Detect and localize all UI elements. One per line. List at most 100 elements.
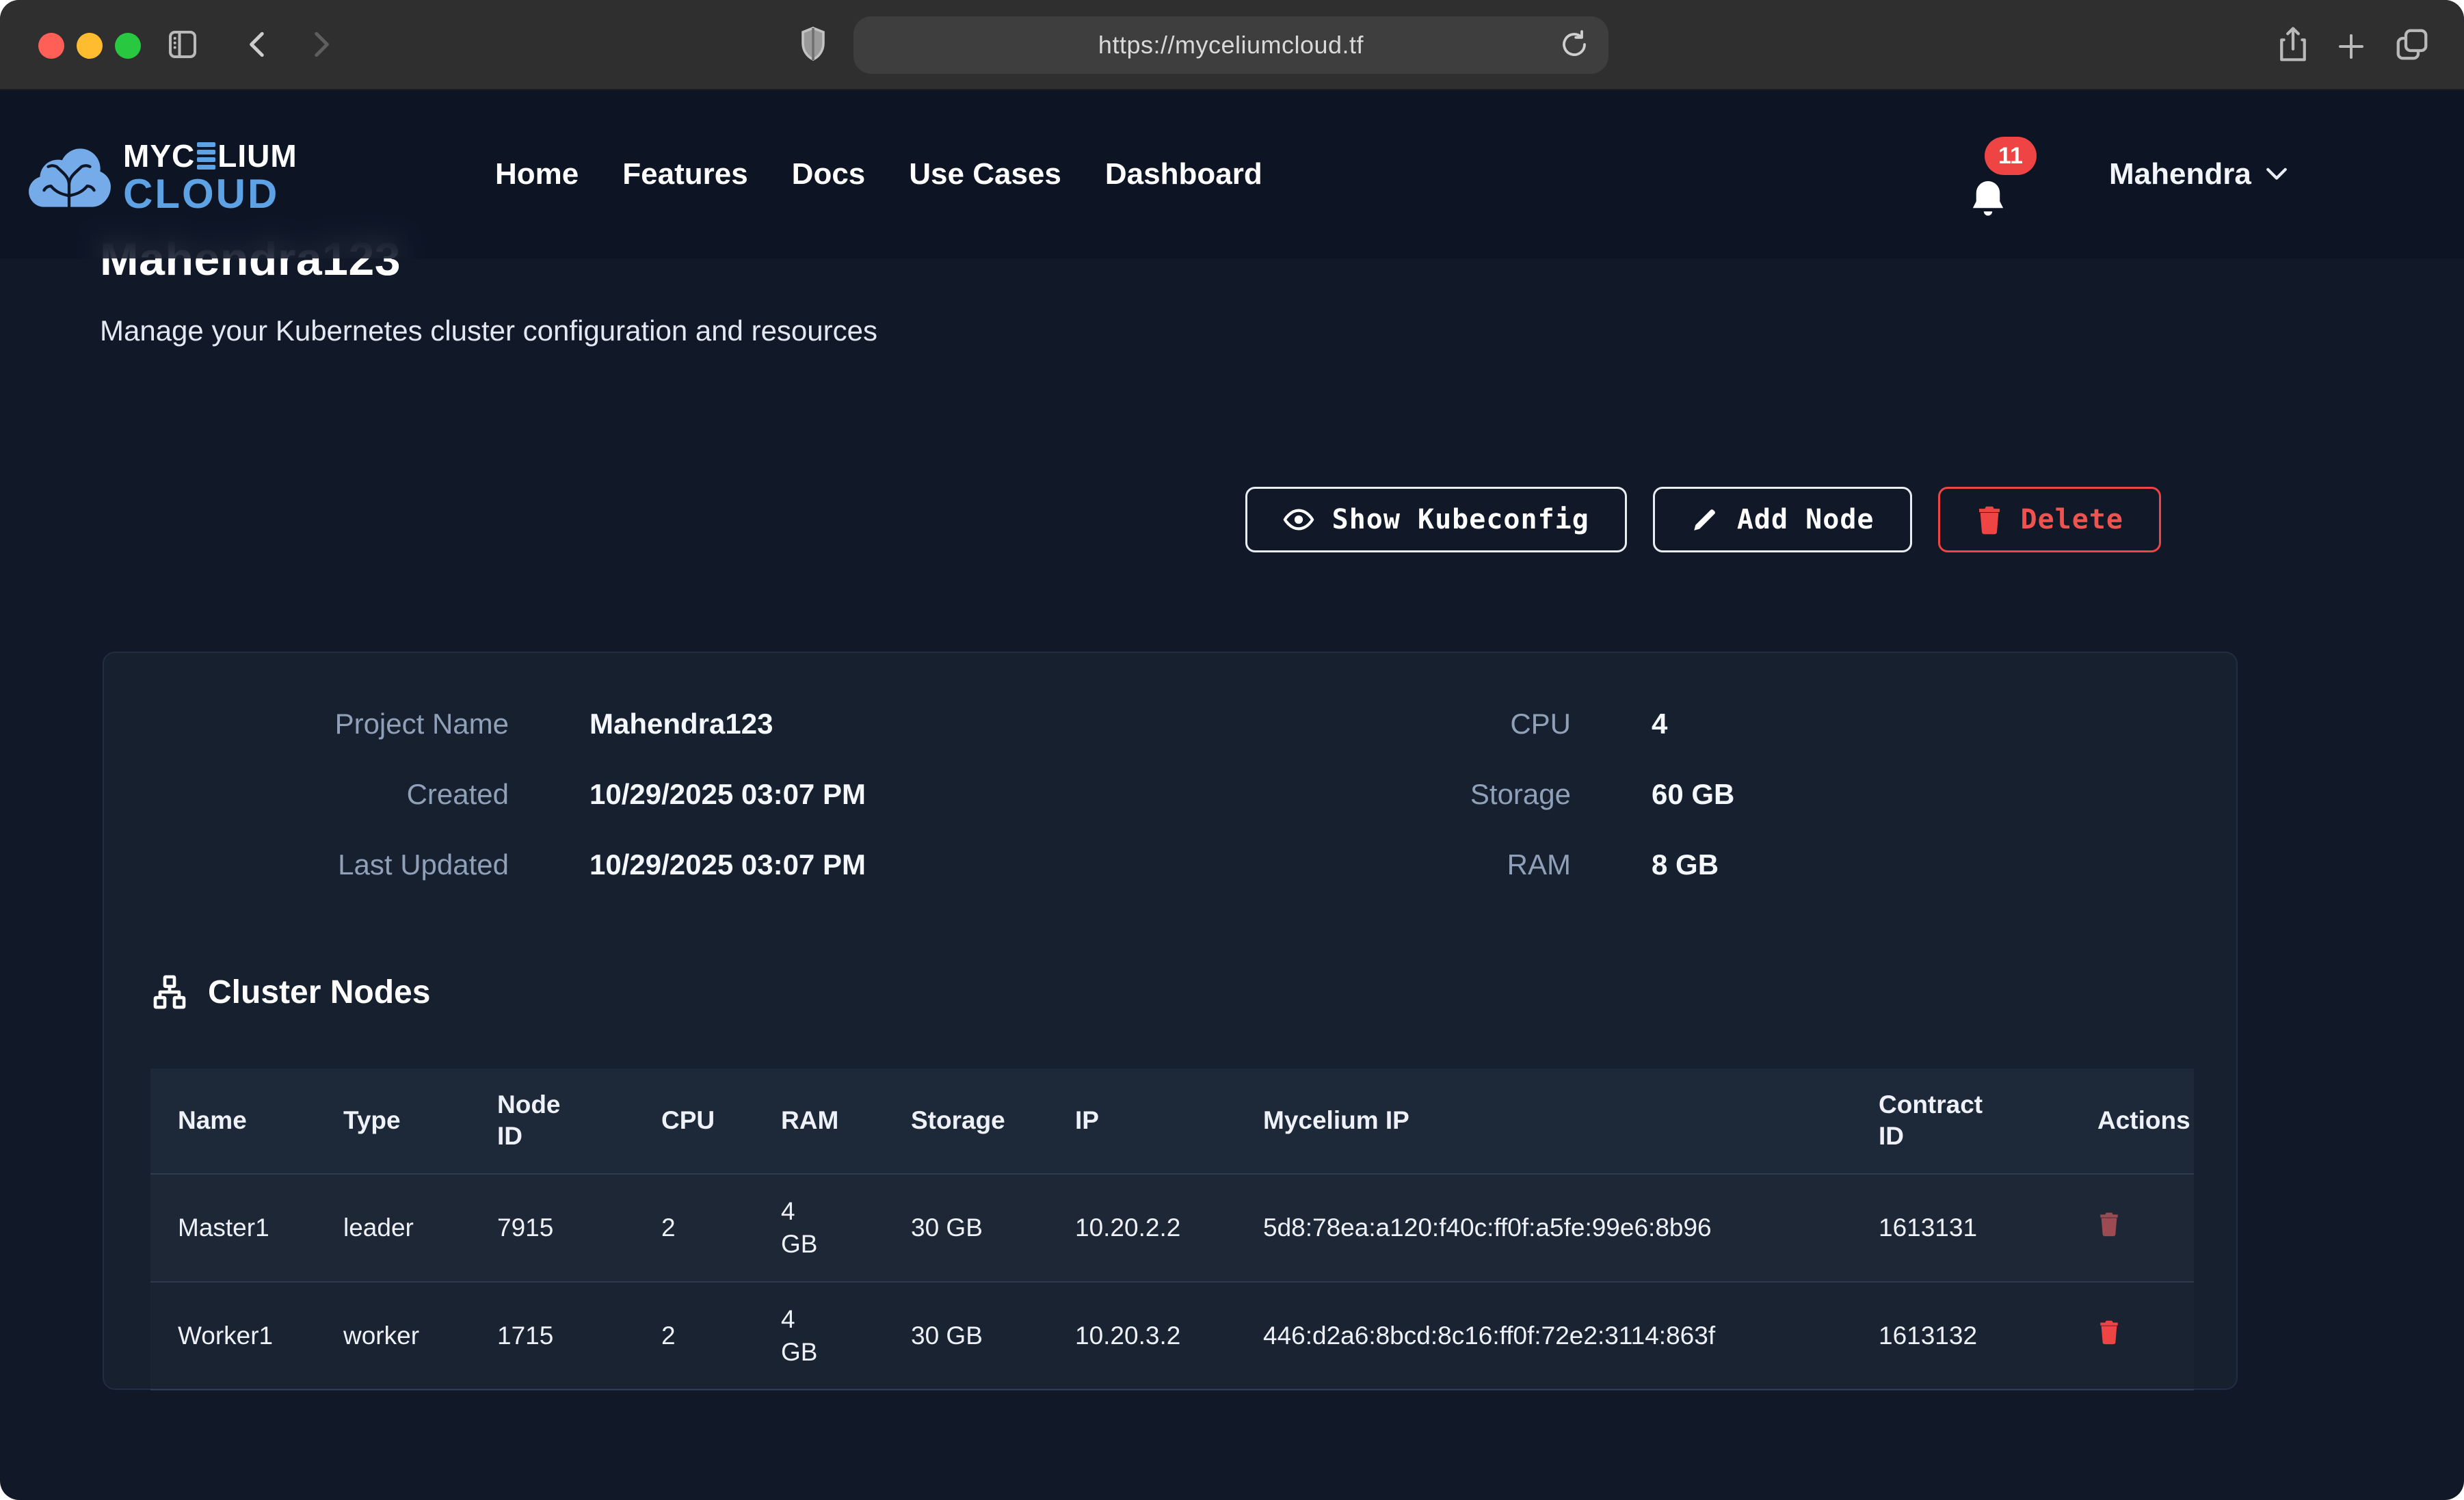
url-text: https://myceliumcloud.tf (1098, 31, 1364, 59)
cell-node-id: 1715 (497, 1282, 661, 1390)
new-tab-icon[interactable] (2335, 30, 2368, 63)
cell-type: leader (343, 1174, 497, 1282)
privacy-shield-icon[interactable] (799, 26, 827, 62)
top-navbar: MYC LIUM CLOUD Home Features Docs Use Ca… (0, 90, 2464, 258)
cloud-logo-icon (25, 142, 114, 213)
cluster-details-card: Project Name Mahendra123 Created 10/29/2… (103, 652, 2238, 1390)
back-button[interactable] (241, 27, 275, 62)
detail-label: RAM (1171, 848, 1571, 881)
detail-label: Project Name (104, 708, 509, 740)
details-right-column: CPU 4 Storage 60 GB RAM 8 GB (1171, 688, 2183, 900)
cell-actions (2097, 1282, 2194, 1390)
detail-value: 60 GB (1652, 778, 1734, 811)
delete-label: Delete (2021, 504, 2124, 535)
cell-actions (2097, 1174, 2194, 1282)
col-ram: RAM (781, 1069, 911, 1174)
delete-node-button[interactable] (2097, 1211, 2121, 1237)
address-bar[interactable]: https://myceliumcloud.tf (853, 16, 1608, 74)
chevron-down-icon (2265, 166, 2288, 183)
share-icon[interactable] (2275, 25, 2311, 64)
minimize-window-button[interactable] (77, 33, 103, 59)
detail-value: 10/29/2025 03:07 PM (589, 848, 866, 881)
nav-link-use-cases[interactable]: Use Cases (909, 157, 1061, 191)
detail-row: Last Updated 10/29/2025 03:07 PM (104, 829, 1171, 900)
cell-mycelium-ip: 446:d2a6:8bcd:8c16:ff0f:72e2:3114:863f (1263, 1282, 1879, 1390)
nav-link-dashboard[interactable]: Dashboard (1105, 157, 1262, 191)
cluster-nodes-heading: Cluster Nodes (150, 973, 430, 1011)
add-node-label: Add Node (1737, 504, 1875, 535)
table-row: Worker1 worker 1715 2 4 GB 30 GB 10.20.3… (150, 1282, 2194, 1390)
notifications-button[interactable]: 11 (1967, 156, 2035, 231)
close-window-button[interactable] (38, 33, 64, 59)
cell-cpu: 2 (661, 1174, 781, 1282)
col-cpu: CPU (661, 1069, 781, 1174)
cell-ip: 10.20.2.2 (1075, 1174, 1263, 1282)
nav-link-home[interactable]: Home (495, 157, 579, 191)
detail-row: Project Name Mahendra123 (104, 688, 1171, 759)
cell-ram: 4 GB (781, 1282, 911, 1390)
logo-myc: MYC (123, 139, 195, 172)
mycelium-cloud-logo[interactable]: MYC LIUM CLOUD (25, 139, 297, 215)
trash-icon (1976, 505, 2003, 535)
reload-icon[interactable] (1558, 28, 1591, 61)
cell-contract-id: 1613132 (1879, 1282, 2097, 1390)
nav-link-docs[interactable]: Docs (792, 157, 866, 191)
browser-chrome: https://myceliumcloud.tf (0, 0, 2464, 90)
cell-node-id: 7915 (497, 1174, 661, 1282)
show-kubeconfig-button[interactable]: Show Kubeconfig (1245, 487, 1627, 552)
cell-ram: 4 GB (781, 1174, 911, 1282)
col-node-id: Node ID (497, 1069, 661, 1174)
cell-contract-id: 1613131 (1879, 1174, 2097, 1282)
show-kubeconfig-label: Show Kubeconfig (1332, 504, 1589, 535)
detail-label: CPU (1171, 708, 1571, 740)
detail-value: 10/29/2025 03:07 PM (589, 778, 866, 811)
details-left-column: Project Name Mahendra123 Created 10/29/2… (104, 688, 1171, 900)
detail-row: CPU 4 (1171, 688, 2183, 759)
table-row: Master1 leader 7915 2 4 GB 30 GB 10.20.2… (150, 1174, 2194, 1282)
cell-ip: 10.20.3.2 (1075, 1282, 1263, 1390)
logo-wordmark: MYC LIUM CLOUD (123, 139, 297, 215)
sidebar-toggle-icon[interactable] (164, 26, 201, 63)
detail-label: Created (104, 778, 509, 811)
logo-e-bars-icon (197, 142, 215, 170)
nav-link-features[interactable]: Features (622, 157, 747, 191)
detail-value: 8 GB (1652, 848, 1719, 881)
col-name: Name (150, 1069, 343, 1174)
eye-icon (1283, 504, 1314, 535)
delete-node-button[interactable] (2097, 1319, 2121, 1345)
logo-lium: LIUM (217, 139, 297, 172)
pencil-icon (1691, 505, 1719, 534)
browser-window: Mahendra123 Manage your Kubernetes clust… (0, 0, 2464, 1500)
cell-storage: 30 GB (911, 1282, 1075, 1390)
cell-mycelium-ip: 5d8:78ea:a120:f40c:ff0f:a5fe:99e6:8b96 (1263, 1174, 1879, 1282)
cell-name: Worker1 (150, 1282, 343, 1390)
col-contract-id: Contract ID (1879, 1069, 2097, 1174)
col-ip: IP (1075, 1069, 1263, 1174)
notification-badge: 11 (1985, 137, 2037, 175)
add-node-button[interactable]: Add Node (1653, 487, 1912, 552)
col-actions: Actions (2097, 1069, 2194, 1174)
cell-name: Master1 (150, 1174, 343, 1282)
user-menu[interactable]: Mahendra (2109, 90, 2288, 258)
detail-value: Mahendra123 (589, 708, 773, 740)
cluster-nodes-title: Cluster Nodes (208, 974, 430, 1011)
detail-label: Storage (1171, 778, 1571, 811)
detail-value: 4 (1652, 708, 1667, 740)
page-subtitle: Manage your Kubernetes cluster configura… (100, 314, 877, 347)
detail-row: Created 10/29/2025 03:07 PM (104, 759, 1171, 829)
detail-row: RAM 8 GB (1171, 829, 2183, 900)
forward-button[interactable] (304, 27, 338, 62)
nodes-table: Name Type Node ID CPU RAM Storage IP Myc… (150, 1069, 2194, 1391)
tab-overview-icon[interactable] (2394, 26, 2430, 63)
nav-links: Home Features Docs Use Cases Dashboard (495, 90, 1262, 258)
logo-line-mycelium: MYC LIUM (123, 139, 297, 172)
bell-icon (1967, 178, 2009, 222)
sitemap-icon (150, 973, 189, 1011)
cell-cpu: 2 (661, 1282, 781, 1390)
detail-label: Last Updated (104, 848, 509, 881)
col-storage: Storage (911, 1069, 1075, 1174)
col-mycelium-ip: Mycelium IP (1263, 1069, 1879, 1174)
zoom-window-button[interactable] (115, 33, 141, 59)
delete-cluster-button[interactable]: Delete (1938, 487, 2162, 552)
cell-type: worker (343, 1282, 497, 1390)
